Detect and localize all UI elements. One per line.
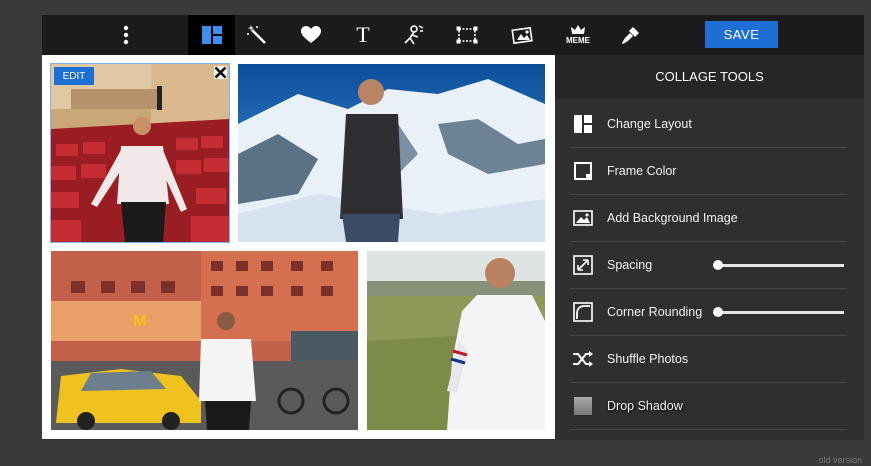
text-tool-button[interactable]: T: [348, 15, 378, 55]
photo-snowy-mountains[interactable]: [238, 64, 545, 242]
shuffle-photos-tool[interactable]: Shuffle Photos: [570, 336, 847, 383]
image-icon: [573, 210, 593, 226]
corner-rounding-tool: Corner Rounding: [570, 289, 847, 336]
image-overlay-icon: [511, 26, 533, 45]
corner-rounding-icon: [573, 302, 593, 322]
corner-rounding-label: Corner Rounding: [607, 305, 703, 319]
corner-rounding-slider-knob[interactable]: [713, 307, 723, 317]
layout-icon: [574, 115, 592, 133]
menu-button[interactable]: [108, 15, 144, 55]
photo-snowy-mountains-image: [238, 64, 545, 242]
collage-editor: T MEME SAVE EDIT M COLLAGE TOOLS Change …: [42, 15, 864, 440]
collage-tools-panel: COLLAGE TOOLS Change Layout Frame Color …: [555, 55, 864, 440]
close-icon: [214, 66, 227, 79]
menu-icon: [123, 25, 129, 45]
drop-shadow-icon: [574, 397, 592, 415]
panel-title: COLLAGE TOOLS: [555, 55, 864, 98]
stickers-tool-button[interactable]: [296, 15, 326, 55]
photo-field-image: [367, 251, 545, 430]
photo-auditorium-image: [51, 64, 229, 242]
corner-rounding-slider[interactable]: [713, 307, 844, 317]
change-layout-tool[interactable]: Change Layout: [570, 101, 847, 148]
text-icon: T: [356, 22, 370, 47]
spacing-label: Spacing: [607, 258, 653, 272]
effects-tool-button[interactable]: [242, 15, 272, 55]
clip-art-tool-button[interactable]: [398, 15, 428, 55]
spacing-slider[interactable]: [713, 260, 844, 270]
edit-photo-button[interactable]: EDIT: [54, 67, 94, 85]
paint-tool-button[interactable]: [616, 15, 646, 55]
photo-field[interactable]: [367, 251, 545, 430]
frame-color-tool[interactable]: Frame Color: [570, 148, 847, 195]
overlay-tool-button[interactable]: [508, 15, 538, 55]
collage-canvas[interactable]: EDIT M: [42, 55, 555, 439]
frame-color-icon: [574, 162, 592, 180]
layout-icon: [201, 26, 222, 44]
spacing-slider-knob[interactable]: [713, 260, 723, 270]
add-background-image-label: Add Background Image: [607, 211, 738, 225]
change-layout-label: Change Layout: [607, 117, 692, 131]
photo-city-street-image: M: [51, 251, 358, 430]
shuffle-icon: [573, 351, 593, 367]
heart-icon: [301, 26, 321, 43]
add-background-image-tool[interactable]: Add Background Image: [570, 195, 847, 242]
photo-auditorium[interactable]: EDIT: [50, 63, 230, 243]
old-version-link[interactable]: old version: [818, 455, 862, 465]
layout-tool-button[interactable]: [188, 15, 235, 55]
spacing-tool: Spacing: [570, 242, 847, 289]
paint-brush-icon: [622, 27, 639, 44]
meme-tool-button[interactable]: MEME: [562, 15, 594, 55]
save-button[interactable]: SAVE: [705, 21, 778, 48]
svg-text:M: M: [133, 313, 146, 330]
frame-tool-button[interactable]: [452, 15, 482, 55]
drop-shadow-tool[interactable]: Drop Shadow: [570, 383, 847, 430]
photo-city-street[interactable]: M: [51, 251, 358, 430]
shuffle-photos-label: Shuffle Photos: [607, 352, 689, 366]
resize-arrows-icon: [573, 255, 593, 275]
magic-wand-icon: [247, 25, 266, 44]
meme-caption: MEME: [566, 36, 590, 45]
drop-shadow-label: Drop Shadow: [607, 399, 683, 413]
frame-color-label: Frame Color: [607, 164, 677, 178]
meme-icon: [571, 25, 585, 34]
frame-icon: [456, 26, 478, 44]
remove-photo-button[interactable]: [214, 66, 227, 79]
top-toolbar: T MEME SAVE: [42, 15, 864, 55]
clip-art-icon: [404, 25, 424, 45]
